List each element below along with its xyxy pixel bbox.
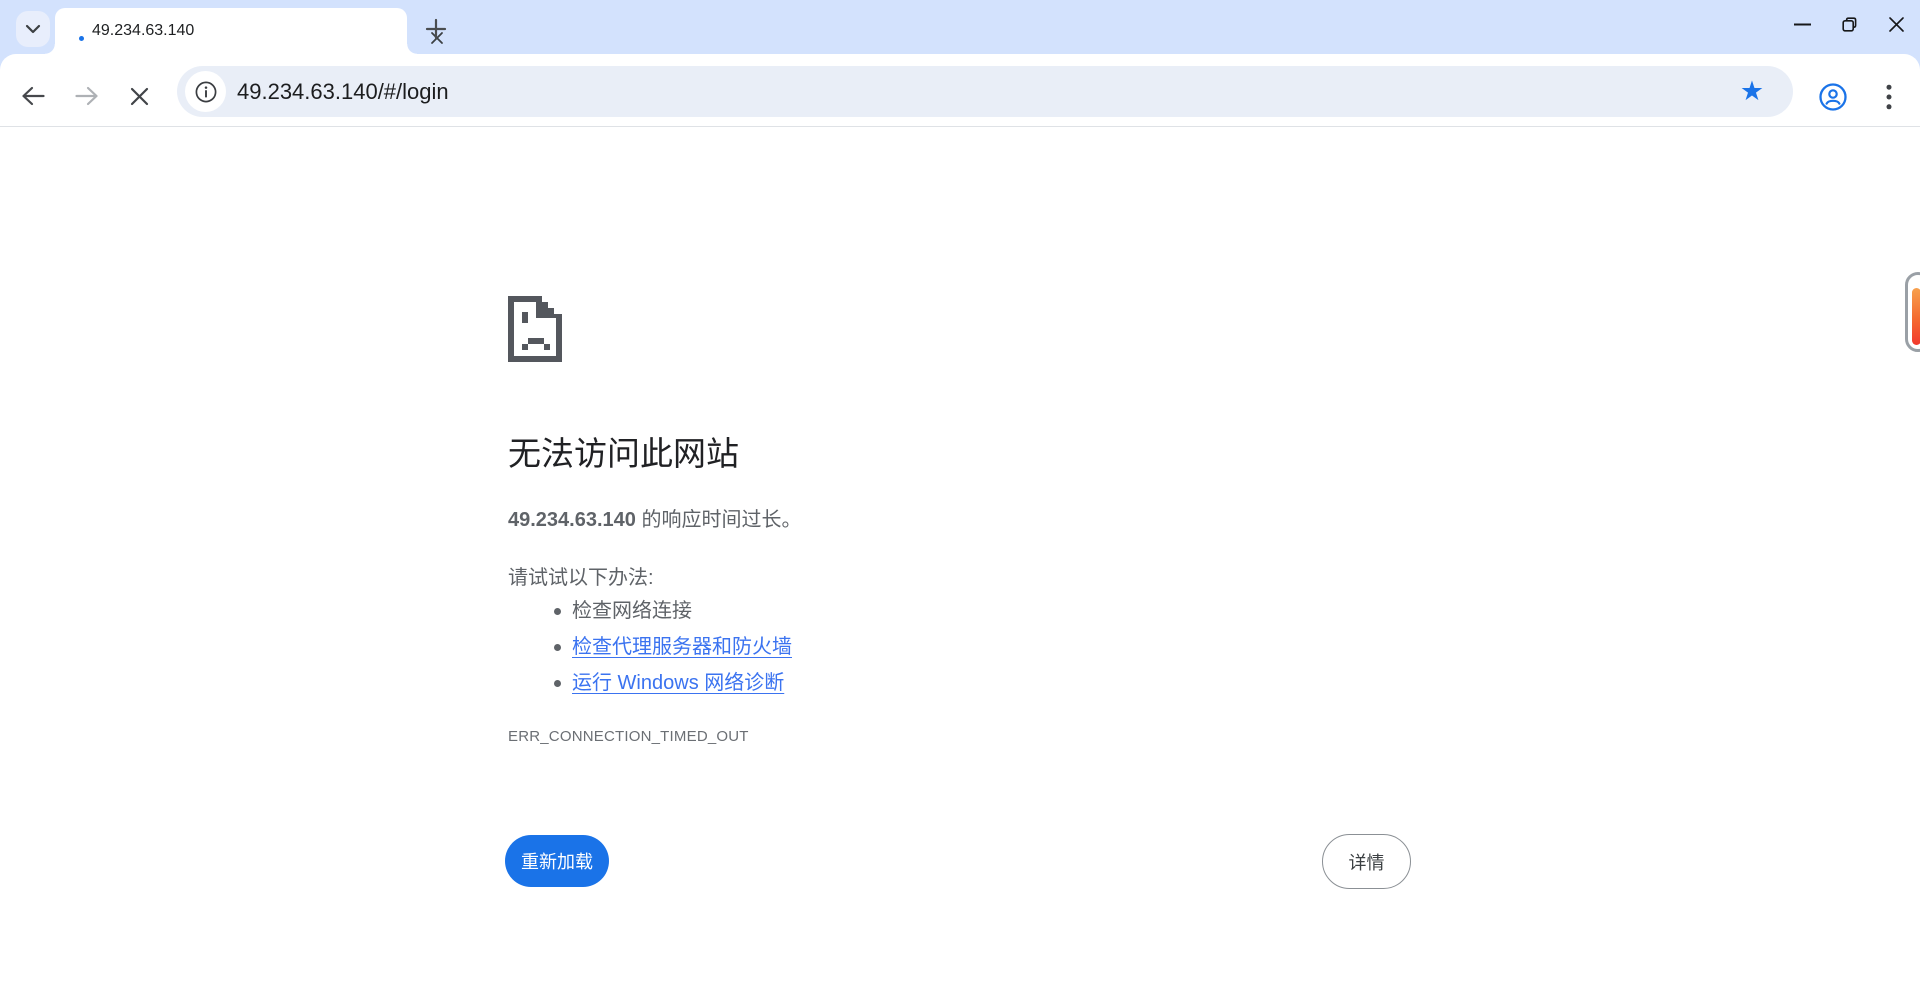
browser-window: 49.234.63.140 — [0, 0, 1920, 993]
address-bar[interactable]: 49.234.63.140/#/login ★ — [177, 66, 1793, 117]
forward-button[interactable] — [70, 79, 104, 113]
reload-button[interactable]: 重新加载 — [505, 835, 609, 887]
restore-button[interactable] — [1826, 0, 1873, 48]
suggestion-item: 检查网络连接 — [508, 593, 792, 629]
suggestions-list: 检查网络连接 检查代理服务器和防火墙 运行 Windows 网络诊断 — [508, 593, 792, 701]
tab-strip: 49.234.63.140 — [0, 0, 1920, 54]
edge-scroll-indicator[interactable] — [1905, 272, 1920, 352]
browser-tab[interactable]: 49.234.63.140 — [55, 8, 407, 54]
suggestion-item: 检查代理服务器和防火墙 — [508, 629, 792, 665]
close-icon — [1889, 17, 1904, 32]
person-circle-icon — [1818, 82, 1848, 112]
error-code: ERR_CONNECTION_TIMED_OUT — [508, 728, 749, 745]
url-text[interactable]: 49.234.63.140/#/login — [237, 66, 449, 117]
tab-favicon-dot-icon — [79, 36, 84, 41]
arrow-left-icon — [20, 85, 46, 107]
back-button[interactable] — [16, 79, 50, 113]
minimize-button[interactable] — [1779, 0, 1826, 48]
site-info-button[interactable] — [185, 71, 226, 112]
suggestion-item: 运行 Windows 网络诊断 — [508, 665, 792, 701]
profile-button[interactable] — [1816, 80, 1850, 114]
edge-scroll-indicator-fill — [1912, 288, 1920, 345]
info-icon — [195, 81, 217, 103]
error-page: 无法访问此网站 49.234.63.140 的响应时间过长。 请试试以下办法: … — [0, 127, 1920, 993]
star-filled-icon: ★ — [1740, 78, 1764, 105]
suggestion-text: 检查网络连接 — [572, 600, 692, 622]
kebab-menu-icon — [1886, 84, 1892, 110]
browser-chrome: 49.234.63.140 — [0, 0, 1920, 127]
stop-loading-button[interactable] — [122, 79, 156, 113]
restore-icon — [1842, 17, 1857, 32]
bookmark-star-button[interactable]: ★ — [1733, 72, 1771, 110]
error-title: 无法访问此网站 — [508, 427, 739, 475]
close-icon — [130, 87, 149, 106]
new-tab-button[interactable] — [422, 15, 450, 43]
error-host: 49.234.63.140 — [508, 509, 636, 531]
suggestion-link-proxy-firewall[interactable]: 检查代理服务器和防火墙 — [572, 636, 792, 658]
tab-search-button[interactable] — [16, 11, 50, 47]
suggestions-heading: 请试试以下办法: — [508, 561, 654, 590]
error-message-rest: 的响应时间过长。 — [636, 509, 802, 531]
tab-title: 49.234.63.140 — [92, 8, 194, 54]
chevron-down-icon — [25, 24, 41, 34]
close-window-button[interactable] — [1873, 0, 1920, 48]
plus-icon — [425, 18, 447, 40]
sad-file-icon — [508, 296, 562, 362]
suggestion-link-network-diagnostics[interactable]: 运行 Windows 网络诊断 — [572, 672, 784, 694]
details-button[interactable]: 详情 — [1322, 834, 1411, 889]
arrow-right-icon — [74, 85, 100, 107]
browser-toolbar: 49.234.63.140/#/login ★ — [0, 54, 1920, 127]
error-message: 49.234.63.140 的响应时间过长。 — [508, 503, 801, 532]
minimize-icon — [1794, 23, 1811, 26]
window-controls — [1779, 0, 1920, 48]
browser-menu-button[interactable] — [1872, 80, 1906, 114]
